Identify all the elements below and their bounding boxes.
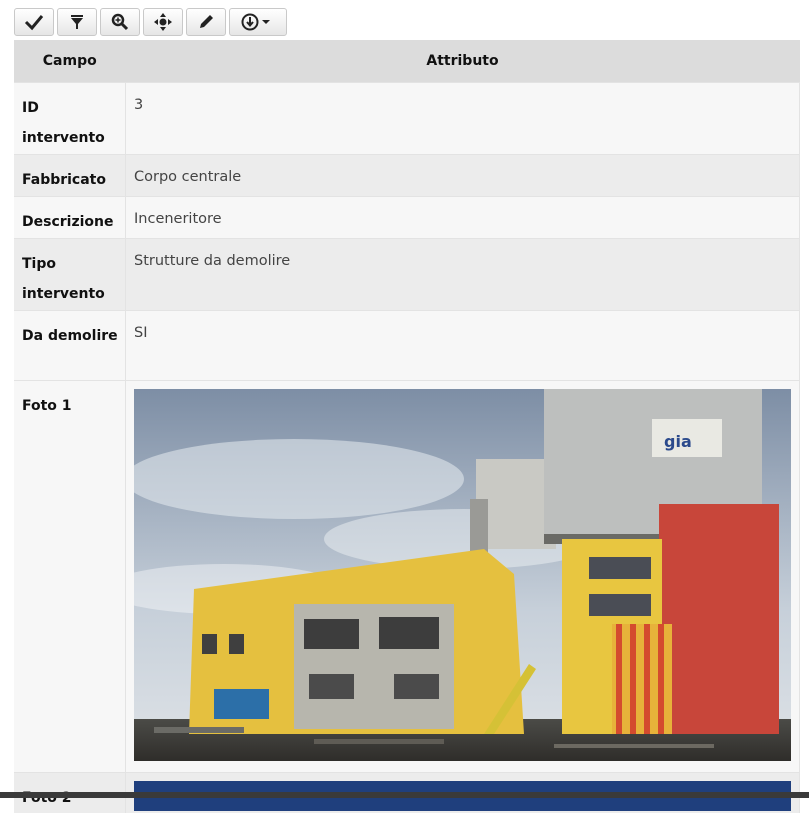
field-value: 3 xyxy=(126,83,800,155)
confirm-button[interactable] xyxy=(14,8,54,36)
table-row: Foto 1 xyxy=(14,381,800,773)
pan-icon xyxy=(153,12,173,32)
zoom-button[interactable] xyxy=(100,8,140,36)
zoom-icon xyxy=(111,13,129,31)
column-header-field: Campo xyxy=(14,40,126,83)
field-label: ID intervento xyxy=(14,83,126,155)
field-label: Fabbricato xyxy=(14,155,126,197)
field-label: Da demolire xyxy=(14,311,126,381)
field-value: SI xyxy=(126,311,800,381)
attribute-table: Campo Attributo ID intervento 3 Fabbrica… xyxy=(14,40,800,813)
toolbar xyxy=(14,8,287,40)
filter-icon xyxy=(68,13,86,31)
table-row: ID intervento 3 xyxy=(14,83,800,155)
logo-sign-text: gia xyxy=(664,432,692,451)
download-icon xyxy=(241,13,275,31)
table-row: Fabbricato Corpo centrale xyxy=(14,155,800,197)
caret-down-icon xyxy=(262,20,270,24)
field-value: Corpo centrale xyxy=(126,155,800,197)
photo-cell: gia xyxy=(126,381,800,773)
pencil-icon xyxy=(197,13,215,31)
check-icon xyxy=(24,13,44,31)
download-dropdown-button[interactable] xyxy=(229,8,287,36)
field-label: Descrizione xyxy=(14,197,126,239)
bottom-edge xyxy=(0,792,809,798)
edit-button[interactable] xyxy=(186,8,226,36)
filter-button[interactable] xyxy=(57,8,97,36)
field-value: Strutture da demolire xyxy=(126,239,800,311)
table-row: Tipo intervento Strutture da demolire xyxy=(14,239,800,311)
column-header-value: Attributo xyxy=(126,40,800,83)
table-row: Da demolire SI xyxy=(14,311,800,381)
table-row: Descrizione Inceneritore xyxy=(14,197,800,239)
building-photo[interactable]: gia xyxy=(134,389,791,761)
pan-button[interactable] xyxy=(143,8,183,36)
field-label: Tipo intervento xyxy=(14,239,126,311)
field-label: Foto 1 xyxy=(14,381,126,773)
field-value: Inceneritore xyxy=(126,197,800,239)
